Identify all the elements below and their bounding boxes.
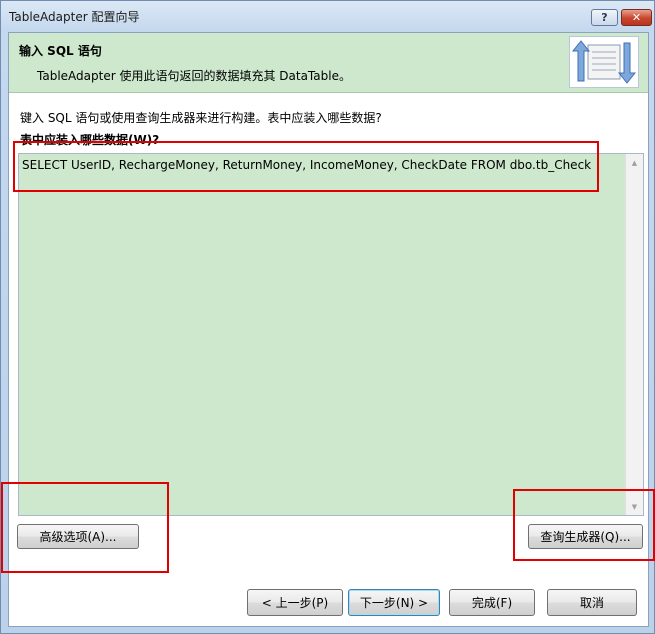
- table-adapter-wizard-icon: [569, 36, 639, 88]
- sql-statement[interactable]: SELECT UserID, RechargeMoney, ReturnMone…: [22, 158, 591, 172]
- scroll-up-icon[interactable]: ▲: [626, 154, 643, 171]
- wizard-header: 输入 SQL 语句 TableAdapter 使用此语句返回的数据填充其 Dat…: [9, 33, 648, 93]
- advanced-options-button[interactable]: 高级选项(A)...: [17, 524, 139, 549]
- intro-text: 键入 SQL 语句或使用查询生成器来进行构建。表中应装入哪些数据?: [20, 111, 382, 125]
- close-icon: ✕: [631, 11, 642, 24]
- header-title: 输入 SQL 语句: [19, 44, 102, 58]
- help-button[interactable]: ?: [591, 9, 618, 26]
- window-title: TableAdapter 配置向导: [9, 10, 140, 24]
- wizard-content: 输入 SQL 语句 TableAdapter 使用此语句返回的数据填充其 Dat…: [8, 32, 649, 627]
- vertical-scrollbar[interactable]: ▲ ▼: [625, 154, 643, 515]
- previous-button[interactable]: < 上一步(P): [247, 589, 343, 616]
- header-subtitle: TableAdapter 使用此语句返回的数据填充其 DataTable。: [37, 69, 351, 83]
- query-builder-button[interactable]: 查询生成器(Q)...: [528, 524, 643, 549]
- help-icon: ?: [601, 11, 608, 24]
- cancel-button[interactable]: 取消: [547, 589, 637, 616]
- next-button[interactable]: 下一步(N) >: [348, 589, 440, 616]
- dialog-window: TableAdapter 配置向导 ? ✕ 输入 SQL 语句 TableAda…: [0, 0, 655, 634]
- sql-textarea[interactable]: SELECT UserID, RechargeMoney, ReturnMone…: [18, 153, 644, 516]
- sql-question-label: 表中应装入哪些数据(W)?: [20, 133, 160, 147]
- close-button[interactable]: ✕: [621, 9, 652, 26]
- title-bar[interactable]: TableAdapter 配置向导 ? ✕: [1, 1, 654, 31]
- finish-button[interactable]: 完成(F): [449, 589, 535, 616]
- scroll-down-icon[interactable]: ▼: [626, 498, 643, 515]
